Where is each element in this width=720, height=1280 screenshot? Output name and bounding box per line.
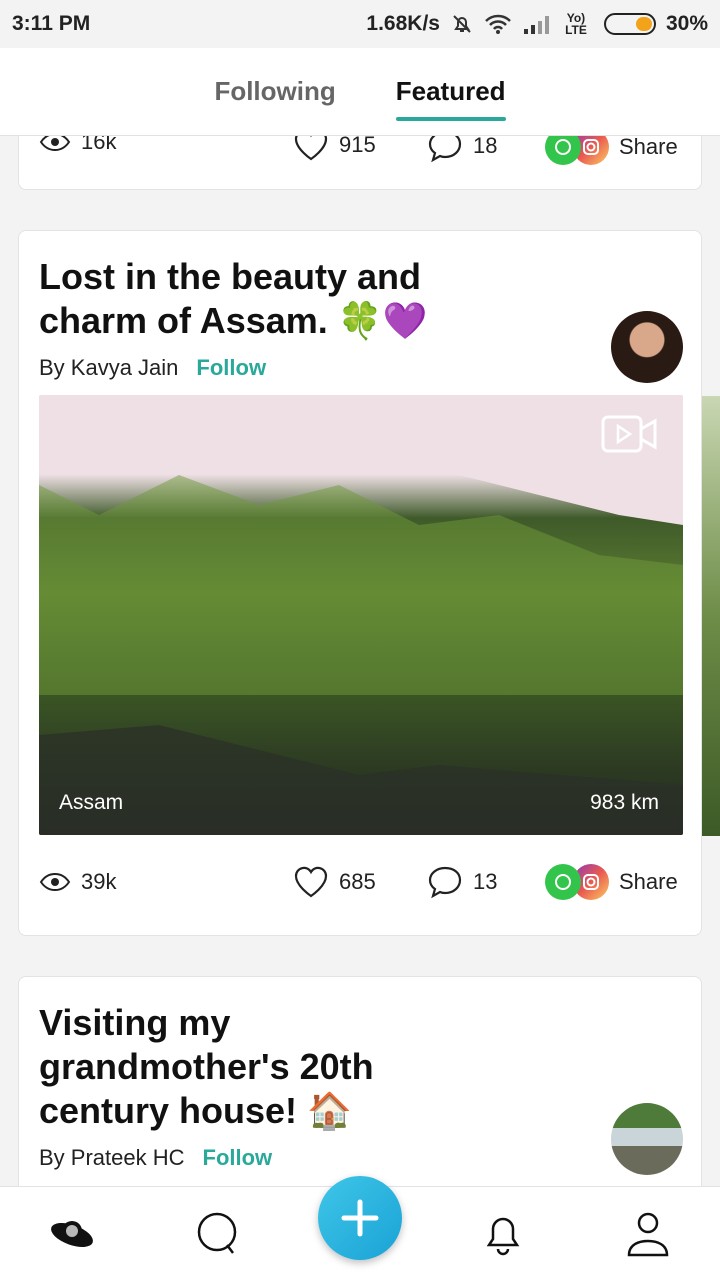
signal-icon [523,16,549,34]
add-post-button[interactable] [318,1176,402,1260]
author-name[interactable]: By Kavya Jain [39,355,178,381]
notifications-icon [486,1217,520,1256]
views-icon [39,872,71,892]
like-icon[interactable] [293,136,329,161]
nav-notifications[interactable] [478,1209,528,1259]
status-time: 3:11 PM [12,12,91,35]
share-social-icons[interactable] [545,864,609,900]
comment-icon[interactable] [427,865,463,899]
distance-label: 983 km [590,791,659,814]
views-icon [39,136,71,152]
prev-card[interactable]: 16k 915 18 Share [18,136,702,190]
location-label: Assam [59,791,124,814]
mute-icon [453,15,471,33]
network-speed: 1.68K/s [366,12,440,35]
video-icon [601,415,657,453]
follow-button[interactable]: Follow [196,355,266,381]
whatsapp-icon[interactable] [545,136,581,165]
post-byline: By Prateek HC Follow [39,1145,272,1171]
share-label[interactable]: Share [619,136,678,160]
comments-count: 13 [473,869,498,894]
views-count: 39k [81,869,117,894]
add-icon [341,1199,379,1237]
search-icon [197,1212,237,1254]
feed[interactable]: 16k 915 18 Share Lost in the beauty and [0,136,720,1186]
whatsapp-icon[interactable] [545,864,581,900]
like-icon[interactable] [293,866,329,898]
battery-icon [603,13,656,35]
nav-home[interactable] [47,1209,97,1259]
post-title[interactable]: Visiting my grandmother's 20th century h… [39,1001,579,1133]
share-label[interactable]: Share [619,869,678,895]
post-card[interactable]: Visiting my grandmother's 20th century h… [18,976,702,1186]
post-video[interactable]: Assam 983 km [39,395,683,835]
volte-indicator: Yo) LTE [565,11,587,37]
share-social-icons[interactable] [545,136,609,165]
tab-featured[interactable]: Featured [395,68,506,121]
ridge-shape [39,395,683,835]
comments-count: 18 [473,136,498,158]
post-title[interactable]: Lost in the beauty and charm of Assam. 🍀… [39,255,559,343]
author-avatar[interactable] [611,311,683,383]
status-bar: 3:11 PM 1.68K/s Yo) LTE 30% [0,0,720,48]
battery-percent: 30% [665,12,708,35]
next-image-peek [702,396,720,836]
home-icon [51,1221,93,1248]
tab-following[interactable]: Following [214,68,335,115]
author-name[interactable]: By Prateek HC [39,1145,185,1171]
post-byline: By Kavya Jain Follow [39,355,266,381]
post-stats: 39k 685 13 Share [39,857,683,907]
nav-search[interactable] [192,1209,242,1259]
likes-count: 685 [339,869,376,894]
follow-button[interactable]: Follow [203,1145,273,1171]
top-tabs: Following Featured [0,48,720,136]
post-card[interactable]: Lost in the beauty and charm of Assam. 🍀… [18,230,702,936]
wifi-icon [485,14,511,34]
comment-icon[interactable] [427,136,463,163]
profile-icon [627,1212,669,1257]
likes-count: 915 [339,136,376,157]
nav-profile[interactable] [623,1209,673,1259]
views-count: 16k [81,136,117,154]
author-avatar[interactable] [611,1103,683,1175]
